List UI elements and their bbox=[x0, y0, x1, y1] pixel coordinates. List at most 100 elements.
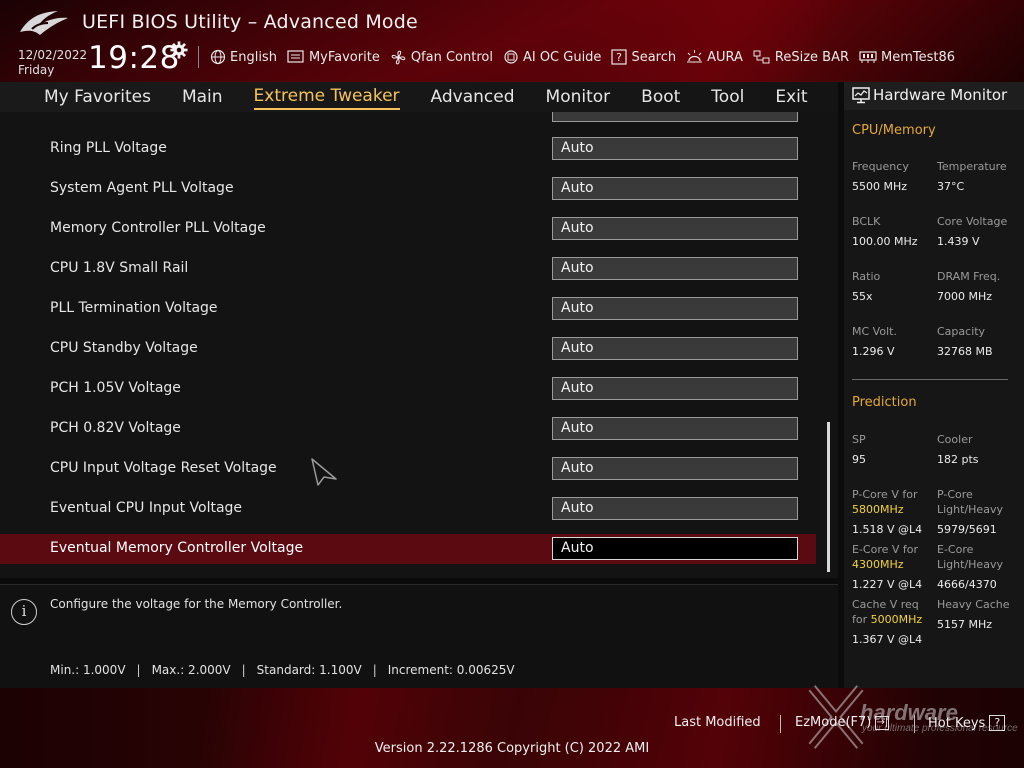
hotkeys-button[interactable]: Hot Keys ? bbox=[928, 715, 1006, 731]
setting-value-field[interactable]: Auto bbox=[552, 257, 798, 280]
hw-label: SP bbox=[852, 433, 866, 446]
setting-value-field[interactable]: Auto bbox=[552, 297, 798, 320]
tab-my-favorites[interactable]: My Favorites bbox=[44, 83, 151, 111]
setting-value-field[interactable]: Auto bbox=[552, 497, 798, 520]
hw-label: BCLK bbox=[852, 215, 881, 228]
hw-value: 1.227 V @L4 bbox=[852, 578, 923, 591]
tab-monitor[interactable]: Monitor bbox=[546, 83, 611, 111]
language-label: English bbox=[230, 49, 277, 65]
tab-exit[interactable]: Exit bbox=[775, 83, 807, 111]
setting-label: CPU 1.8V Small Rail bbox=[50, 260, 189, 276]
hw-label: Light/Heavy bbox=[937, 503, 1003, 516]
setting-row-memory-controller-pll-voltage[interactable]: Memory Controller PLL Voltage Auto bbox=[0, 214, 816, 244]
setting-label: System Agent PLL Voltage bbox=[50, 180, 234, 196]
setting-value-field[interactable]: Auto bbox=[552, 337, 798, 360]
ai-oc-guide-button[interactable]: AI OC Guide bbox=[503, 49, 601, 65]
monitor-icon bbox=[852, 87, 870, 104]
last-modified-button[interactable]: Last Modified bbox=[674, 715, 761, 730]
setting-value-field[interactable]: Auto bbox=[552, 377, 798, 400]
fan-icon bbox=[391, 50, 406, 64]
hw-value: 182 pts bbox=[937, 453, 979, 466]
scrollbar-thumb[interactable] bbox=[827, 422, 830, 572]
prediction-heading: Prediction bbox=[852, 395, 917, 410]
setting-row-pll-termination-voltage[interactable]: PLL Termination Voltage Auto bbox=[0, 294, 816, 324]
clock: 19:28 bbox=[88, 40, 180, 76]
hw-value: 5979/5691 bbox=[937, 523, 997, 536]
setting-value-field[interactable]: Auto bbox=[552, 177, 798, 200]
aura-button[interactable]: AURA bbox=[686, 49, 743, 65]
setting-value-field[interactable]: Auto bbox=[552, 537, 798, 560]
ai-chip-icon bbox=[504, 50, 518, 64]
setting-value-field[interactable]: Auto bbox=[552, 457, 798, 480]
memory-icon bbox=[859, 51, 877, 63]
setting-row-cpu-1-8v-small-rail[interactable]: CPU 1.8V Small Rail Auto bbox=[0, 254, 816, 284]
hw-label: P-Core V for bbox=[852, 488, 918, 501]
svg-text:?: ? bbox=[617, 51, 623, 64]
rog-logo-icon bbox=[20, 11, 68, 35]
hw-value: 4666/4370 bbox=[937, 578, 997, 591]
memtest86-button[interactable]: MemTest86 bbox=[859, 50, 955, 65]
tab-advanced[interactable]: Advanced bbox=[431, 83, 515, 111]
setting-label: CPU Standby Voltage bbox=[50, 340, 198, 356]
hw-value: 55x bbox=[852, 290, 873, 303]
setting-row-eventual-memory-controller-voltage[interactable]: Eventual Memory Controller Voltage Auto bbox=[0, 534, 816, 564]
hw-frequency-highlight: 5800MHz bbox=[852, 503, 904, 516]
ezmode-key-icon: →| bbox=[875, 715, 890, 730]
footer-bar: hardware your ultimate professional reso… bbox=[0, 685, 1024, 768]
qfan-control-button[interactable]: Qfan Control bbox=[390, 49, 493, 66]
setting-row-system-agent-pll-voltage[interactable]: System Agent PLL Voltage Auto bbox=[0, 174, 816, 204]
ezmode-button[interactable]: EzMode(F7) →| bbox=[795, 715, 890, 730]
aura-light-icon bbox=[687, 50, 703, 63]
setting-label: Ring PLL Voltage bbox=[50, 140, 167, 156]
gear-icon[interactable] bbox=[170, 41, 188, 59]
setting-row-pch-0-82v-voltage[interactable]: PCH 0.82V Voltage Auto bbox=[0, 414, 816, 444]
hw-value: 7000 MHz bbox=[937, 290, 993, 303]
myfavorite-label: MyFavorite bbox=[308, 49, 380, 65]
setting-row-eventual-cpu-input-voltage[interactable]: Eventual CPU Input Voltage Auto bbox=[0, 494, 816, 524]
hw-label: P-Core bbox=[937, 488, 973, 501]
help-description: Configure the voltage for the Memory Con… bbox=[50, 597, 343, 611]
partial-setting-field[interactable] bbox=[552, 112, 798, 122]
memtest86-label: MemTest86 bbox=[881, 49, 956, 65]
hw-label: Heavy Cache bbox=[937, 598, 1010, 611]
resize-bar-label: ReSize BAR bbox=[774, 49, 850, 65]
hw-label: E-Core V for bbox=[852, 543, 919, 556]
ai-oc-guide-label: AI OC Guide bbox=[522, 49, 602, 65]
setting-label: Eventual Memory Controller Voltage bbox=[50, 540, 304, 556]
tab-extreme-tweaker[interactable]: Extreme Tweaker bbox=[253, 84, 400, 110]
setting-row-ring-pll-voltage[interactable]: Ring PLL Voltage Auto bbox=[0, 134, 816, 164]
setting-label: CPU Input Voltage Reset Voltage bbox=[50, 460, 277, 476]
globe-icon bbox=[210, 49, 226, 65]
myfavorite-button[interactable]: MyFavorite bbox=[287, 49, 380, 65]
language-button[interactable]: English bbox=[210, 49, 277, 65]
hw-value: 5157 MHz bbox=[937, 618, 993, 631]
limits-separator: | bbox=[241, 663, 246, 677]
hw-pcore-light-heavy: P-Core Light/Heavy 5979/5691 bbox=[937, 487, 1003, 537]
tab-tool[interactable]: Tool bbox=[711, 83, 744, 111]
setting-value-field[interactable]: Auto bbox=[552, 217, 798, 240]
value-limits: Min.: 1.000V | Max.: 2.000V | Standard: … bbox=[50, 663, 515, 677]
setting-label: PCH 0.82V Voltage bbox=[50, 420, 181, 436]
footer-divider bbox=[914, 715, 915, 733]
setting-value-field[interactable]: Auto bbox=[552, 137, 798, 160]
setting-row-cpu-input-voltage-reset-voltage[interactable]: CPU Input Voltage Reset Voltage Auto bbox=[0, 454, 816, 484]
resize-bar-button[interactable]: ReSize BAR bbox=[753, 49, 849, 65]
hw-label: MC Volt. bbox=[852, 325, 897, 338]
hw-frequency-highlight: 4300MHz bbox=[852, 558, 904, 571]
hw-divider bbox=[852, 379, 1008, 380]
setting-value-field[interactable]: Auto bbox=[552, 417, 798, 440]
setting-row-pch-1-05v-voltage[interactable]: PCH 1.05V Voltage Auto bbox=[0, 374, 816, 404]
hw-mc-volt: MC Volt. 1.296 V bbox=[852, 324, 897, 359]
setting-row-cpu-standby-voltage[interactable]: CPU Standby Voltage Auto bbox=[0, 334, 816, 364]
hw-label: Ratio bbox=[852, 270, 881, 283]
search-label: Search bbox=[631, 49, 677, 65]
hw-heavy-cache: Heavy Cache 5157 MHz bbox=[937, 597, 1010, 632]
hw-label: DRAM Freq. bbox=[937, 270, 1001, 283]
hw-value: 1.518 V @L4 bbox=[852, 523, 923, 536]
search-button[interactable]: ? Search bbox=[611, 49, 676, 65]
tab-boot[interactable]: Boot bbox=[641, 83, 680, 111]
tab-main[interactable]: Main bbox=[182, 83, 223, 111]
hw-cooler: Cooler 182 pts bbox=[937, 432, 979, 467]
limits-separator: | bbox=[136, 663, 141, 677]
title-bar: UEFI BIOS Utility – Advanced Mode 12/02/… bbox=[0, 0, 1024, 82]
